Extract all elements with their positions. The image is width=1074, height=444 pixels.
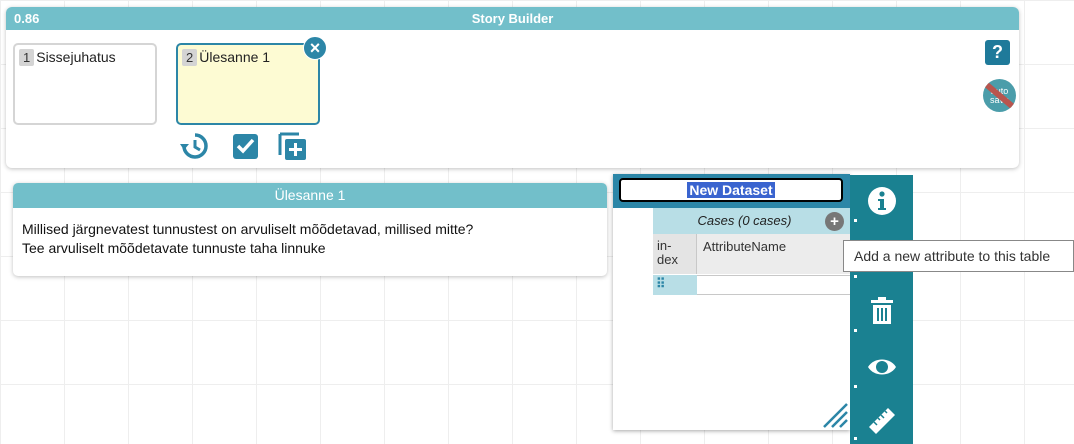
dataset-name-text: New Dataset bbox=[687, 182, 775, 198]
slide-thumbnail-1[interactable]: 1 Sissejuhatus bbox=[13, 43, 157, 125]
duplicate-slide-icon[interactable] bbox=[277, 131, 307, 161]
row-drag-handle-icon[interactable]: ⠿ bbox=[653, 275, 697, 295]
toolbar-corner-mark bbox=[854, 437, 857, 440]
slide-number: 1 bbox=[19, 49, 35, 66]
close-slide-icon[interactable]: × bbox=[303, 36, 327, 60]
text-tile-body[interactable]: Millised järgnevatest tunnustest on arvu… bbox=[13, 208, 607, 270]
text-tile[interactable]: Ülesanne 1 Millised järgnevatest tunnust… bbox=[13, 183, 607, 276]
toolbar-corner-mark bbox=[854, 385, 857, 388]
story-builder-panel: 0.86 Story Builder 1 Sissejuhatus 2 Ülesan… bbox=[6, 7, 1019, 168]
history-icon[interactable] bbox=[179, 131, 209, 161]
add-attribute-tooltip: Add a new attribute to this table bbox=[843, 240, 1074, 272]
ruler-icon[interactable] bbox=[866, 403, 898, 435]
story-builder-title: Story Builder bbox=[471, 11, 554, 26]
add-attribute-icon[interactable]: + bbox=[825, 212, 844, 231]
text-line: Millised järgnevatest tunnustest on arvu… bbox=[22, 221, 474, 237]
story-builder-header: 0.86 Story Builder bbox=[6, 7, 1019, 30]
resize-handle-icon[interactable] bbox=[820, 400, 848, 428]
toolbar-corner-mark bbox=[854, 219, 857, 222]
slide-label: Sissejuhatus bbox=[36, 49, 116, 65]
slide-label: Ülesanne 1 bbox=[199, 49, 271, 65]
attribute-column-header[interactable]: AttributeName bbox=[697, 234, 850, 274]
table-cell[interactable] bbox=[697, 275, 850, 295]
slide-number: 2 bbox=[182, 49, 198, 66]
eye-icon[interactable] bbox=[866, 351, 898, 383]
index-header-label: in- dex bbox=[657, 238, 678, 267]
dataset-name-input[interactable]: New Dataset bbox=[619, 178, 843, 202]
help-button[interactable]: ? bbox=[985, 40, 1010, 65]
index-column-header: in- dex bbox=[653, 234, 697, 274]
cases-header: Cases (0 cases) bbox=[653, 208, 850, 234]
toolbar-corner-mark bbox=[854, 275, 857, 278]
check-icon[interactable] bbox=[230, 131, 260, 161]
autosave-off-icon[interactable]: auto save bbox=[983, 79, 1016, 112]
text-tile-title[interactable]: Ülesanne 1 bbox=[13, 183, 607, 208]
info-icon[interactable] bbox=[866, 185, 898, 217]
text-line: Tee arvuliselt mõõdetavate tunnuste taha… bbox=[22, 240, 326, 256]
toolbar-corner-mark bbox=[854, 329, 857, 332]
tile-toolbar bbox=[850, 175, 913, 444]
slide-thumbnail-2-active[interactable]: 2 Ülesanne 1 bbox=[176, 43, 320, 125]
trash-icon[interactable] bbox=[866, 295, 898, 327]
table-tile[interactable]: New Dataset Cases (0 cases) + in- dex At… bbox=[613, 174, 850, 430]
